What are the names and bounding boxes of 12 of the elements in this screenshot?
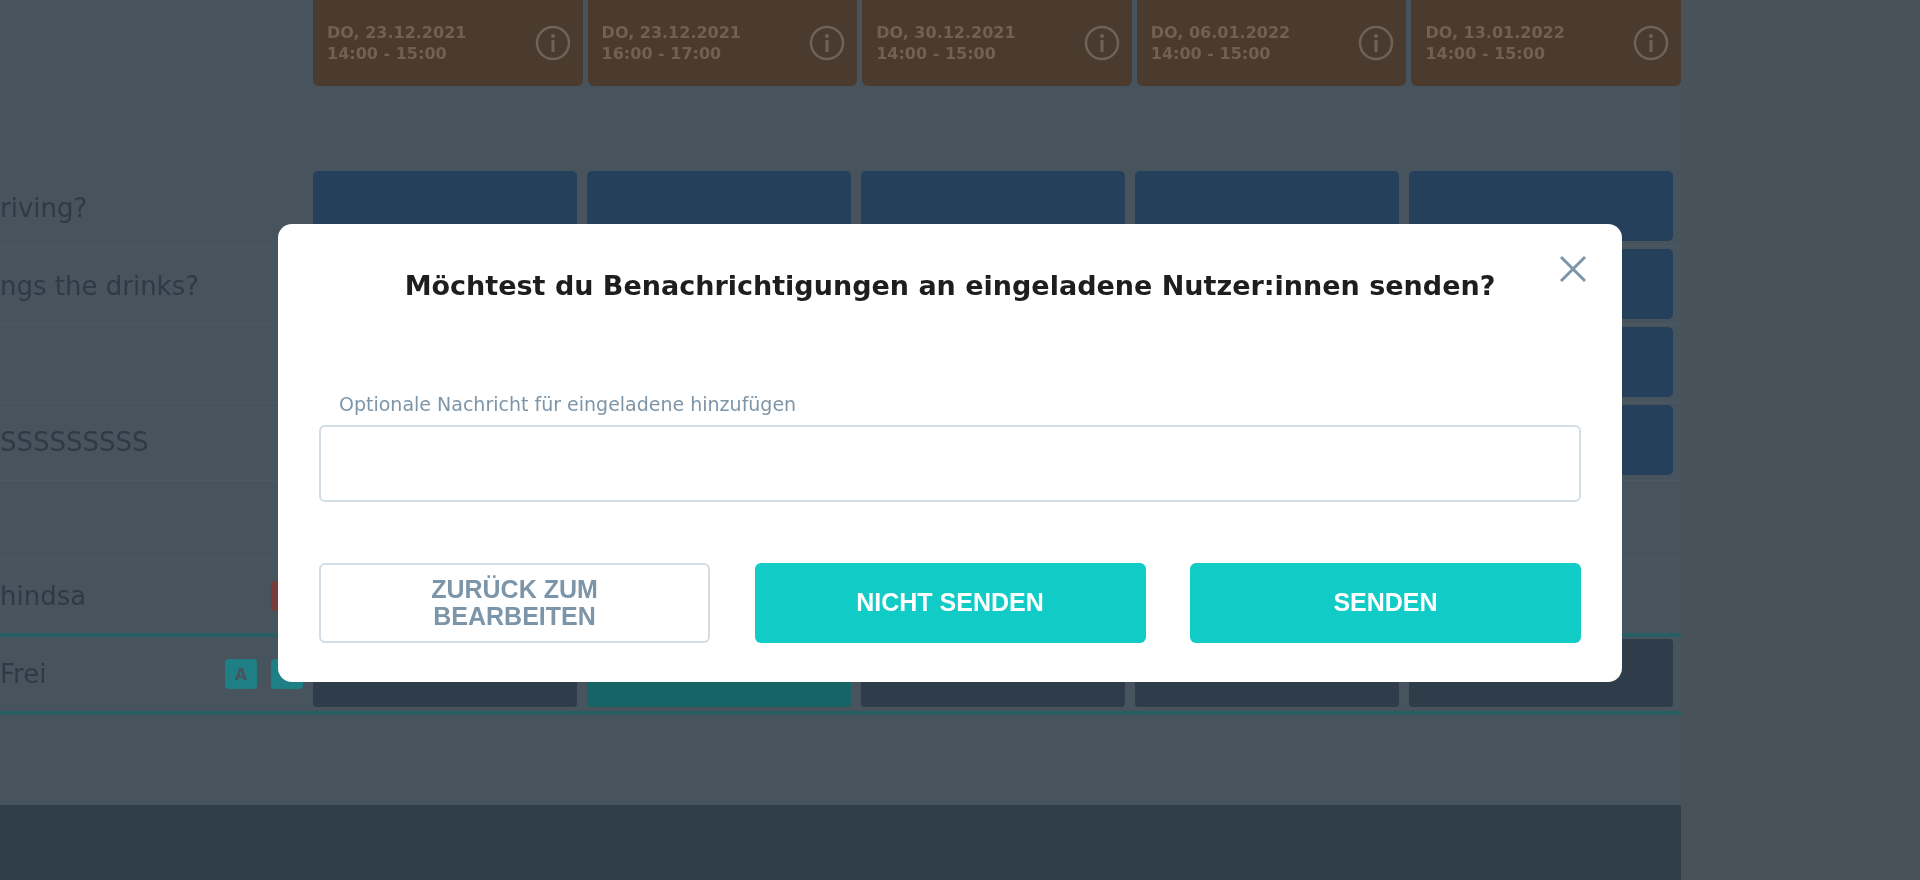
dialog-title: Möchtest du Benachrichtigungen an eingeladene Nutzer:innen senden? xyxy=(403,270,1497,301)
back-button[interactable]: ZURÜCK ZUM BEARBEITEN xyxy=(319,563,710,643)
info-icon[interactable] xyxy=(1358,25,1395,61)
close-icon[interactable] xyxy=(1558,254,1588,284)
field-label: Optionale Nachricht für eingeladene hinzufügen xyxy=(339,393,798,415)
send-button[interactable]: NICHT SENDEN xyxy=(754,563,1146,643)
info-icon[interactable] xyxy=(1083,25,1120,61)
info-icon[interactable] xyxy=(534,25,571,61)
message-input[interactable] xyxy=(319,425,1581,502)
send-button[interactable]: SENDEN xyxy=(1190,563,1581,643)
info-icon[interactable] xyxy=(809,25,846,61)
info-icon[interactable] xyxy=(1632,25,1669,61)
